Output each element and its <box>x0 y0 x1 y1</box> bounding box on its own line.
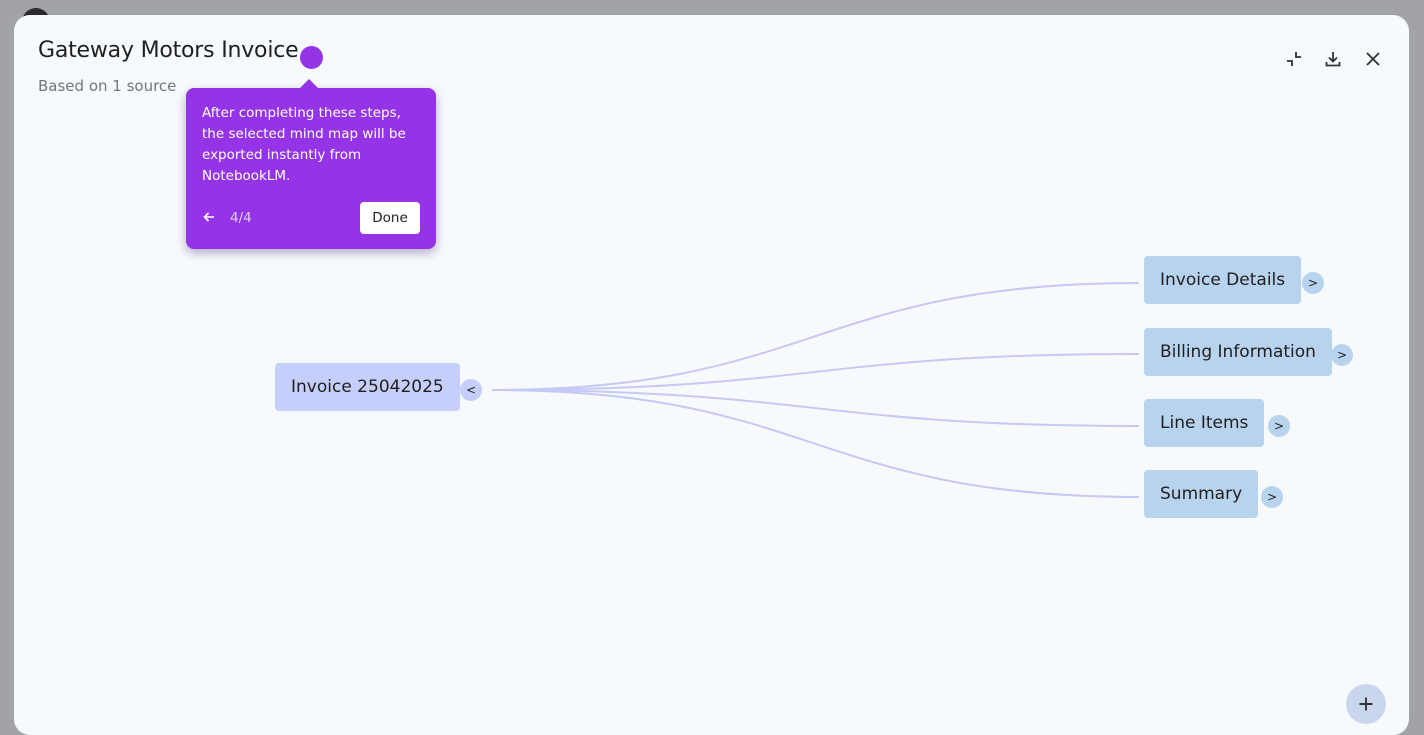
close-button[interactable] <box>1360 46 1386 72</box>
root-collapse-toggle[interactable]: < <box>460 379 482 401</box>
chevron-left-icon: < <box>465 383 477 397</box>
connector-invoice-details <box>491 282 1140 391</box>
tour-tooltip: After completing these steps, the select… <box>186 79 436 249</box>
connector-line-items <box>491 389 1140 427</box>
mind-map-node-line-items[interactable]: Line Items <box>1144 399 1265 447</box>
collapse-icon <box>1287 52 1301 66</box>
node-label: Summary <box>1160 484 1243 504</box>
expand-toggle-summary[interactable]: > <box>1261 486 1283 508</box>
expand-toggle-line-items[interactable]: > <box>1268 415 1290 437</box>
tooltip-arrow <box>299 79 319 89</box>
plus-icon <box>1359 697 1373 711</box>
node-label: Invoice Details <box>1160 270 1286 290</box>
chevron-right-icon: > <box>1336 348 1348 362</box>
zoom-in-button[interactable] <box>1346 684 1386 724</box>
tooltip-message: After completing these steps, the select… <box>202 105 406 184</box>
tour-beacon <box>300 46 323 69</box>
tour-step-counter: 4/4 <box>230 210 252 226</box>
node-label: Billing Information <box>1160 342 1316 362</box>
chevron-right-icon: > <box>1266 490 1278 504</box>
mind-map-dialog: Gateway Motors Invoice Based on 1 source… <box>14 15 1409 735</box>
download-icon <box>1325 52 1341 67</box>
close-icon <box>1366 52 1380 66</box>
mind-map-node-billing-information[interactable]: Billing Information <box>1144 328 1332 376</box>
download-button[interactable] <box>1320 46 1346 72</box>
page-title: Gateway Motors Invoice <box>38 38 299 63</box>
mind-map-node-invoice-details[interactable]: Invoice Details <box>1144 256 1302 304</box>
source-count: Based on 1 source <box>38 77 177 95</box>
root-node-label: Invoice 25042025 <box>291 377 444 397</box>
tour-back-button[interactable] <box>200 208 218 226</box>
collapse-button[interactable] <box>1281 46 1307 72</box>
node-label: Line Items <box>1160 413 1249 433</box>
done-button[interactable]: Done <box>360 202 420 234</box>
expand-toggle-invoice-details[interactable]: > <box>1302 272 1324 294</box>
mind-map-root-node[interactable]: Invoice 25042025 <box>275 363 460 411</box>
chevron-right-icon: > <box>1273 419 1285 433</box>
mind-map-node-summary[interactable]: Summary <box>1144 470 1259 518</box>
connector-summary <box>491 389 1140 498</box>
expand-toggle-billing-information[interactable]: > <box>1331 344 1353 366</box>
connector-billing-information <box>491 353 1140 391</box>
arrow-left-icon <box>203 212 214 222</box>
chevron-right-icon: > <box>1307 276 1319 290</box>
